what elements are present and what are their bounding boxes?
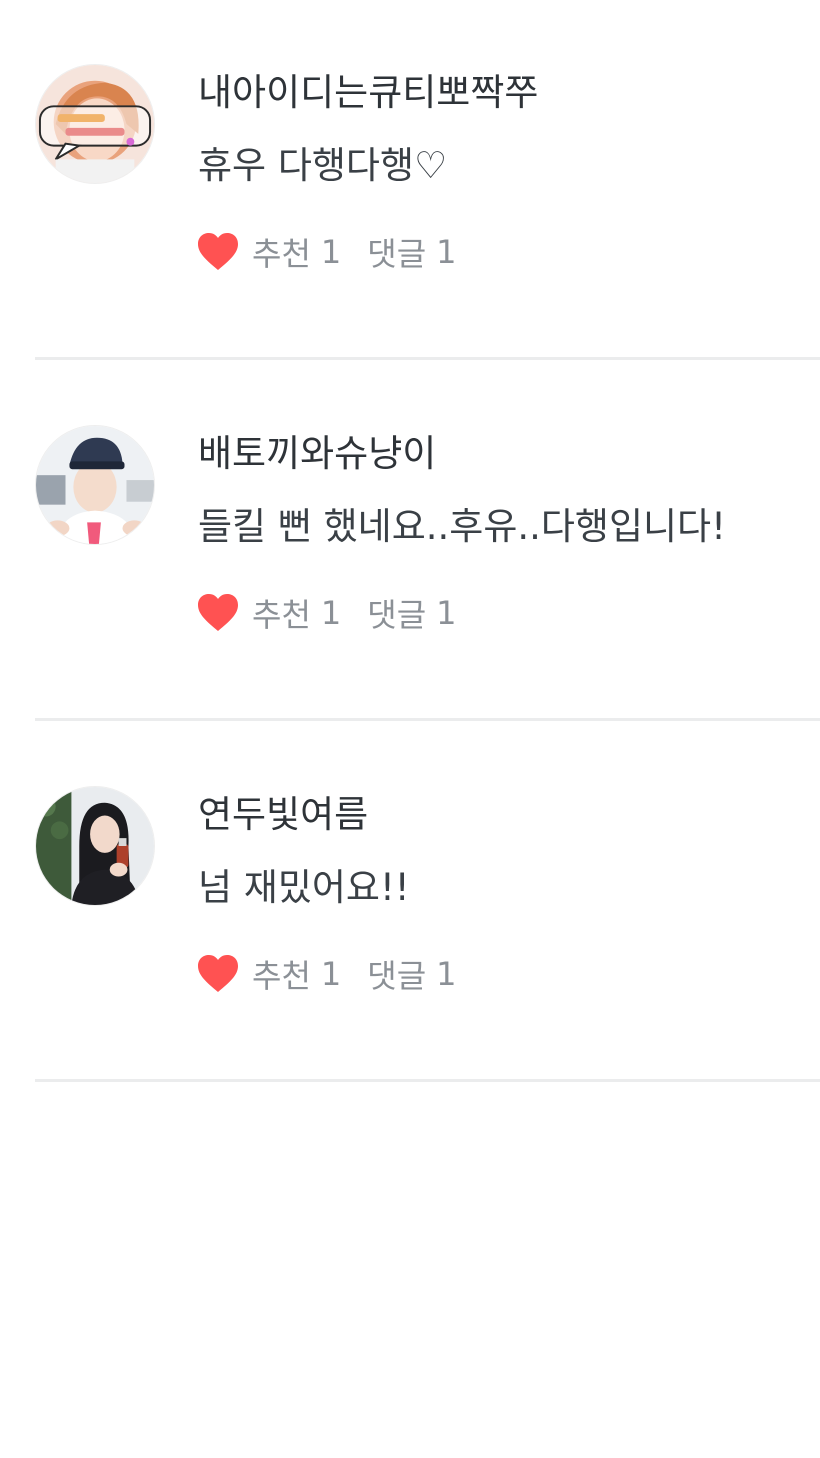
reply-count: 1: [436, 233, 457, 271]
divider: [35, 718, 820, 721]
avatar-photo-icon: [36, 787, 154, 905]
recommend-count: 1: [320, 955, 342, 993]
avatar-photo-icon: [36, 65, 154, 183]
recommend-button[interactable]: 추천 1: [196, 951, 341, 997]
reply-label: 댓글: [367, 596, 427, 634]
reply-button[interactable]: 댓글 1: [367, 951, 456, 997]
reply-count: 1: [436, 955, 457, 993]
avatar-photo-icon: [36, 426, 154, 544]
heart-icon: [198, 233, 238, 270]
comment-list: 내아이디는큐티뽀짝쭈 휴우 다행다행♡ 추천 1 댓글 1 배토끼와슈냥이 들킬…: [0, 0, 820, 1082]
comment-text: 넘 재밌어요!!: [198, 866, 410, 909]
recommend-count: 1: [320, 233, 342, 271]
comment-author-name[interactable]: 배토끼와슈냥이: [198, 429, 436, 479]
recommend-label: 추천: [252, 957, 311, 995]
recommend-button[interactable]: 추천 1: [196, 590, 341, 636]
comment-item: 내아이디는큐티뽀짝쭈 휴우 다행다행♡ 추천 1 댓글 1: [0, 0, 820, 360]
heart-icon: [198, 594, 238, 631]
comment-item: 연두빛여름 넘 재밌어요!! 추천 1 댓글 1: [0, 722, 820, 1082]
recommend-count: 1: [320, 594, 342, 632]
heart-icon: [198, 955, 238, 992]
comment-text: 휴우 다행다행♡: [198, 144, 448, 187]
recommend-button[interactable]: 추천 1: [196, 229, 341, 275]
reply-label: 댓글: [367, 957, 427, 995]
recommend-label: 추천: [252, 235, 311, 273]
avatar[interactable]: [35, 786, 155, 906]
avatar[interactable]: [35, 64, 155, 184]
comment-author-name[interactable]: 내아이디는큐티뽀짝쭈: [198, 68, 538, 118]
recommend-label: 추천: [252, 596, 311, 634]
comment-actions: 추천 1 댓글 1: [196, 589, 457, 637]
reply-count: 1: [436, 594, 457, 632]
divider: [35, 357, 820, 360]
avatar[interactable]: [35, 425, 155, 545]
reply-button[interactable]: 댓글 1: [367, 229, 456, 275]
reply-button[interactable]: 댓글 1: [367, 590, 456, 636]
reply-label: 댓글: [367, 235, 427, 273]
comment-text: 들킬 뻔 했네요..후유..다행입니다!: [198, 505, 726, 548]
comment-actions: 추천 1 댓글 1: [196, 228, 457, 276]
comment-item: 배토끼와슈냥이 들킬 뻔 했네요..후유..다행입니다! 추천 1 댓글 1: [0, 361, 820, 721]
divider: [35, 1079, 820, 1082]
comment-actions: 추천 1 댓글 1: [196, 950, 457, 998]
comment-author-name[interactable]: 연두빛여름: [198, 790, 368, 840]
